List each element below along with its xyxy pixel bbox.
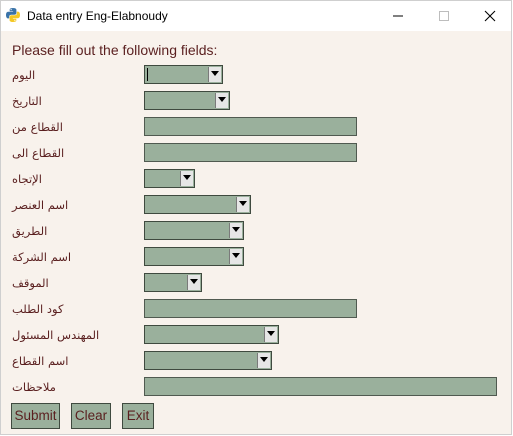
- dropdown-arrow[interactable]: [236, 197, 249, 212]
- dropdown-arrow[interactable]: [215, 93, 228, 108]
- status-label: الموقف: [12, 276, 49, 290]
- element-name-label: اسم العنصر: [12, 198, 69, 212]
- request-code-input[interactable]: [144, 299, 357, 318]
- chevron-down-icon: [211, 71, 219, 76]
- notes-input[interactable]: [144, 377, 497, 396]
- direction-label: الإتجاه: [12, 172, 42, 186]
- chevron-down-icon: [232, 253, 240, 258]
- chevron-down-icon: [183, 175, 191, 180]
- dropdown-arrow[interactable]: [264, 327, 277, 342]
- sector-from-input[interactable]: [144, 117, 357, 136]
- title-bar: Data entry Eng-Elabnoudy: [1, 1, 511, 31]
- chevron-down-icon: [190, 279, 198, 284]
- chevron-down-icon: [232, 227, 240, 232]
- dropdown-arrow[interactable]: [187, 275, 200, 290]
- chevron-down-icon: [260, 357, 268, 362]
- dropdown-arrow[interactable]: [229, 249, 242, 264]
- road-combobox[interactable]: [144, 221, 244, 240]
- direction-combobox[interactable]: [144, 169, 195, 188]
- date-combobox[interactable]: [144, 91, 230, 110]
- day-combobox[interactable]: [144, 65, 223, 84]
- clear-button[interactable]: Clear: [71, 403, 111, 429]
- minimize-icon: [393, 15, 403, 17]
- sector-from-label: القطاع من: [12, 120, 63, 134]
- engineer-combobox[interactable]: [144, 325, 279, 344]
- engineer-label: المهندس المسئول: [12, 328, 100, 342]
- day-label: اليوم: [12, 68, 36, 82]
- window-title: Data entry Eng-Elabnoudy: [27, 9, 168, 23]
- python-icon: [5, 7, 21, 23]
- close-button[interactable]: [467, 1, 513, 31]
- dropdown-arrow[interactable]: [257, 353, 270, 368]
- sector-name-combobox[interactable]: [144, 351, 272, 370]
- exit-button[interactable]: Exit: [122, 403, 154, 429]
- date-label: التاريخ: [12, 94, 42, 108]
- element-name-combobox[interactable]: [144, 195, 251, 214]
- maximize-icon: [439, 11, 449, 21]
- status-combobox[interactable]: [144, 273, 202, 292]
- dropdown-arrow[interactable]: [229, 223, 242, 238]
- notes-label: ملاحظات: [12, 380, 56, 394]
- maximize-button[interactable]: [421, 1, 467, 31]
- submit-button[interactable]: Submit: [11, 403, 60, 429]
- chevron-down-icon: [239, 201, 247, 206]
- form-prompt: Please fill out the following fields:: [12, 42, 218, 58]
- close-icon: [484, 10, 496, 22]
- company-name-combobox[interactable]: [144, 247, 244, 266]
- dropdown-arrow[interactable]: [180, 171, 193, 186]
- chevron-down-icon: [218, 97, 226, 102]
- text-cursor: [147, 68, 148, 81]
- dropdown-arrow[interactable]: [208, 67, 221, 82]
- app-window: Data entry Eng-Elabnoudy Please fill out…: [0, 0, 512, 435]
- sector-name-label: اسم القطاع: [12, 354, 69, 368]
- minimize-button[interactable]: [375, 1, 421, 31]
- request-code-label: كود الطلب: [12, 302, 64, 316]
- sector-to-input[interactable]: [144, 143, 357, 162]
- road-label: الطريق: [12, 224, 48, 238]
- sector-to-label: القطاع الى: [12, 146, 65, 160]
- company-name-label: اسم الشركة: [12, 250, 72, 264]
- chevron-down-icon: [267, 331, 275, 336]
